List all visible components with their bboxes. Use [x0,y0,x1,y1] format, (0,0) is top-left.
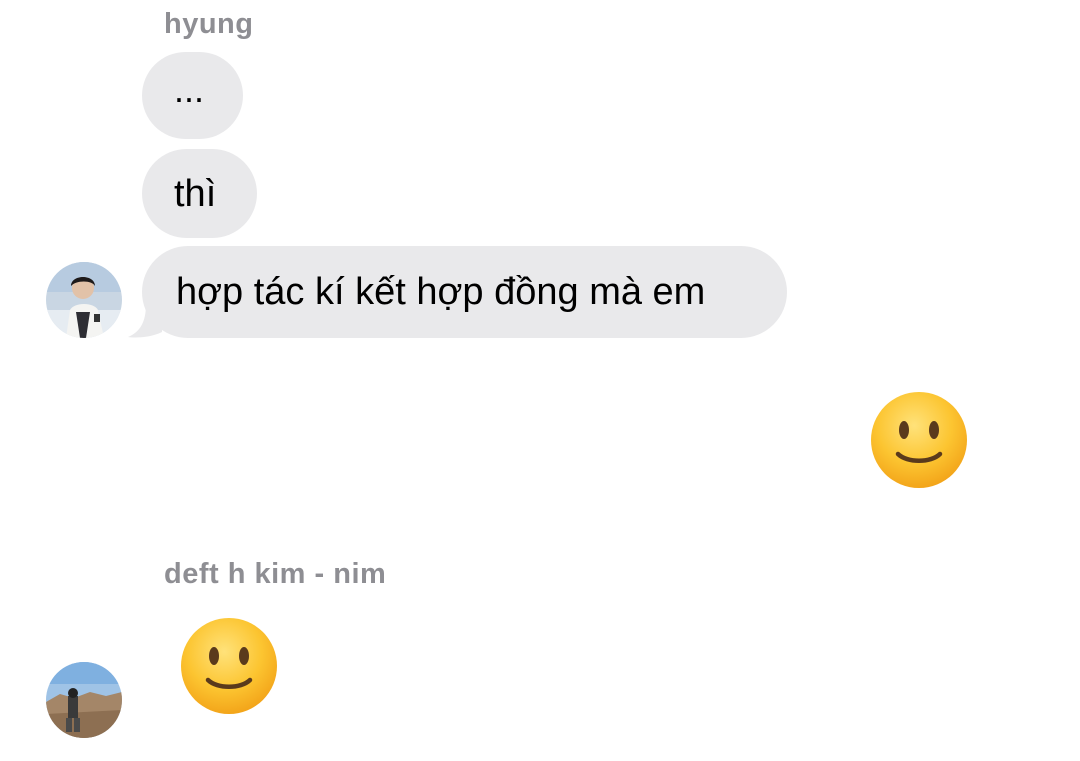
slightly-smiling-face-icon [181,618,277,714]
slightly-smiling-face-icon [871,392,967,488]
incoming-smile-emoji[interactable] [179,616,279,716]
message-text: ... [174,68,205,110]
avatar-hyung[interactable] [46,262,122,338]
person-photo-avatar-icon [46,262,122,338]
landscape-photo-avatar-icon [46,662,122,738]
avatar-deft[interactable] [46,662,122,738]
message-bubble-thi[interactable]: thì [142,149,257,238]
sender-name-hyung: hyung [164,8,254,40]
message-text: hợp tác kí kết hợp đồng mà em [176,271,706,313]
outgoing-smile-emoji[interactable] [869,390,969,490]
sender-name-deft: deft h kim - nim [164,558,387,590]
message-bubble-ellipsis[interactable]: ... [142,52,243,139]
message-text: thì [174,172,217,215]
message-bubble-main[interactable]: hợp tác kí kết hợp đồng mà em [142,246,787,338]
